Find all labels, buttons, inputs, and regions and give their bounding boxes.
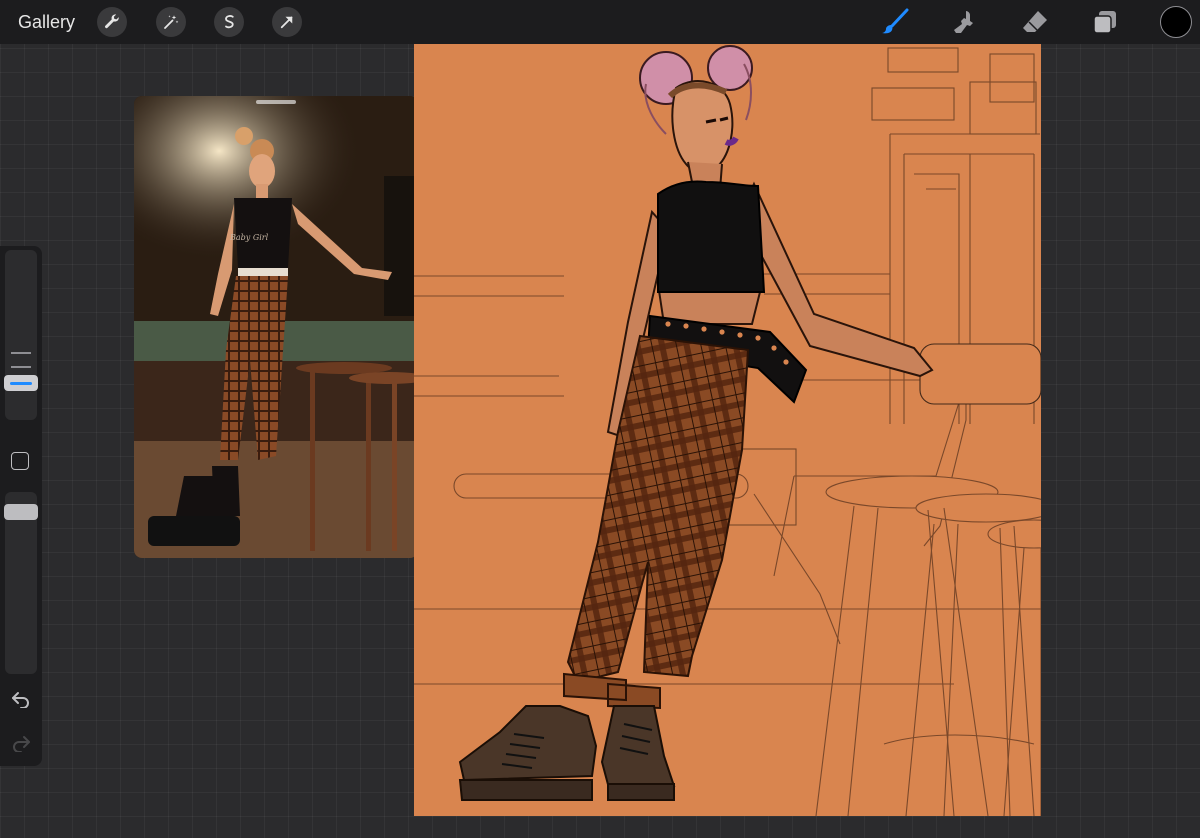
- wrench-icon: [105, 14, 119, 29]
- color-picker-button[interactable]: [1160, 6, 1192, 38]
- canvas-artwork: [414, 45, 1041, 816]
- redo-icon[interactable]: [10, 734, 32, 752]
- modify-button[interactable]: [11, 452, 29, 470]
- smudge-icon: [954, 11, 973, 33]
- selection-button[interactable]: [214, 7, 244, 37]
- undo-icon[interactable]: [10, 690, 32, 708]
- brush-size-slider[interactable]: [5, 250, 37, 420]
- actions-button[interactable]: [97, 7, 127, 37]
- transform-arrow-icon: [280, 16, 293, 29]
- layers-icon: [1093, 11, 1116, 34]
- drawing-canvas[interactable]: [414, 44, 1041, 816]
- magic-wand-icon: [164, 15, 179, 29]
- transform-button[interactable]: [272, 7, 302, 37]
- eraser-button[interactable]: [1020, 7, 1050, 37]
- reference-window[interactable]: Baby Girl: [134, 96, 418, 558]
- brush-size-indicator: [10, 382, 32, 385]
- brush-size-handle[interactable]: [4, 375, 38, 391]
- brush-size-tick: [11, 366, 31, 368]
- opacity-handle[interactable]: [4, 504, 38, 520]
- selection-icon: [225, 15, 234, 29]
- adjustments-button[interactable]: [156, 7, 186, 37]
- gallery-button[interactable]: Gallery: [18, 10, 75, 34]
- brush-button[interactable]: [880, 7, 910, 37]
- smudge-button[interactable]: [950, 7, 980, 37]
- reference-shirt-text: Baby Girl: [230, 233, 269, 242]
- top-toolbar: Gallery: [0, 0, 1200, 44]
- left-sidebar: [0, 246, 42, 766]
- layers-button[interactable]: [1090, 7, 1120, 37]
- brush-size-tick: [11, 352, 31, 354]
- reference-photo: [134, 96, 418, 558]
- reference-grab-handle[interactable]: [256, 100, 296, 104]
- eraser-icon: [1023, 11, 1047, 32]
- brush-icon: [882, 8, 909, 34]
